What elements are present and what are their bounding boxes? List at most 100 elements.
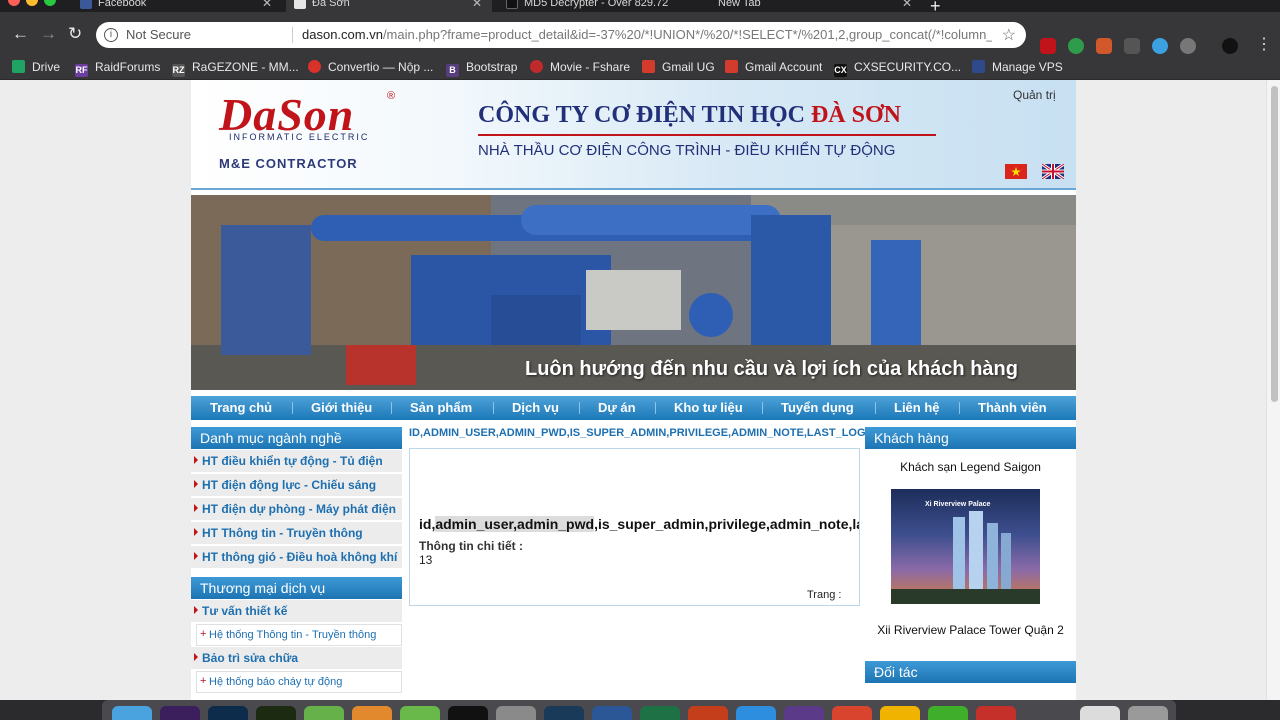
app-icon[interactable] bbox=[544, 706, 584, 720]
after-effects-icon[interactable] bbox=[160, 706, 200, 720]
bookmark-bootstrap[interactable]: B Bootstrap bbox=[446, 60, 517, 77]
category-item[interactable]: HT Thông tin - Truyền thông bbox=[191, 522, 402, 545]
app-icon[interactable] bbox=[304, 706, 344, 720]
nav-san-pham[interactable]: Sản phẩm bbox=[410, 400, 472, 415]
bookmark-gmail-account[interactable]: Gmail Account bbox=[725, 60, 822, 74]
nav-dich-vu[interactable]: Dịch vụ bbox=[512, 400, 559, 415]
document-icon[interactable] bbox=[1080, 706, 1120, 720]
raidforums-icon: RF bbox=[75, 64, 88, 77]
url-text[interactable]: dason.com.vn/main.php?frame=product_deta… bbox=[302, 27, 992, 42]
product-name: id,admin_user,admin_pwd,is_super_admin,p… bbox=[419, 516, 859, 532]
adblock-icon[interactable] bbox=[1040, 38, 1056, 54]
app-icon[interactable] bbox=[832, 706, 872, 720]
bookmark-ragezone[interactable]: RZ RaGEZONE - MM... bbox=[172, 60, 299, 77]
bullet-arrow-icon bbox=[194, 504, 198, 512]
tab-dason[interactable]: Đà Sơn ✕ bbox=[286, 0, 492, 12]
nav-du-an[interactable]: Dự án bbox=[598, 400, 636, 415]
tab-facebook[interactable]: Facebook ✕ bbox=[72, 0, 282, 12]
nav-thanh-vien[interactable]: Thành viên bbox=[978, 400, 1047, 415]
back-icon[interactable]: ← bbox=[12, 24, 29, 44]
close-tab-icon[interactable]: ✕ bbox=[472, 0, 482, 9]
page-scrollbar[interactable] bbox=[1266, 80, 1280, 700]
admin-link[interactable]: Quản trị bbox=[1013, 88, 1056, 102]
menu-icon[interactable]: ⋮ bbox=[1256, 34, 1272, 54]
scrollbar-thumb[interactable] bbox=[1271, 86, 1278, 402]
category-item[interactable]: HT điện dự phòng - Máy phát điện bbox=[191, 498, 402, 521]
trash-icon[interactable] bbox=[1128, 706, 1168, 720]
extension-icon[interactable] bbox=[1180, 38, 1196, 54]
dreamweaver-icon[interactable] bbox=[256, 706, 296, 720]
url-host: dason.com.vn bbox=[302, 27, 383, 42]
forward-icon[interactable]: → bbox=[40, 24, 57, 44]
bookmark-label: Gmail UG bbox=[662, 60, 715, 74]
uk-flag-icon[interactable] bbox=[1041, 162, 1065, 181]
vietnam-flag-icon[interactable] bbox=[1005, 164, 1027, 179]
bookmark-raidforums[interactable]: RF RaidForums bbox=[75, 60, 160, 77]
powerpoint-icon[interactable] bbox=[688, 706, 728, 720]
ragezone-icon: RZ bbox=[172, 64, 185, 77]
close-tab-icon[interactable]: ✕ bbox=[262, 0, 272, 9]
word-icon[interactable] bbox=[592, 706, 632, 720]
finder-icon[interactable] bbox=[112, 706, 152, 720]
chrome-icon[interactable] bbox=[880, 706, 920, 720]
address-bar[interactable]: i Not Secure dason.com.vn/main.php?frame… bbox=[96, 22, 1026, 48]
bookmark-drive[interactable]: Drive bbox=[12, 60, 60, 74]
nav-separator bbox=[655, 402, 656, 414]
terminal-icon[interactable] bbox=[448, 706, 488, 720]
nav-trang-chu[interactable]: Trang chủ bbox=[210, 400, 272, 415]
minimize-window-icon[interactable] bbox=[26, 0, 38, 6]
category-label: HT Thông tin - Truyền thông bbox=[202, 526, 363, 540]
security-label[interactable]: Not Secure bbox=[126, 27, 191, 42]
nav-separator bbox=[579, 402, 580, 414]
client-name[interactable]: Khách sạn Legend Saigon bbox=[865, 460, 1076, 474]
bookmark-star-icon[interactable]: ☆ bbox=[1002, 25, 1016, 45]
service-subitem[interactable]: + Hệ thống báo cháy tự động bbox=[196, 671, 402, 693]
client-name[interactable]: Xii Riverview Palace Tower Quận 2 bbox=[865, 623, 1076, 637]
info-icon[interactable]: i bbox=[104, 28, 118, 42]
photoshop-icon[interactable] bbox=[208, 706, 248, 720]
nav-tuyen-dung[interactable]: Tuyển dụng bbox=[781, 400, 854, 415]
reload-icon[interactable]: ↻ bbox=[68, 24, 82, 44]
close-window-icon[interactable] bbox=[8, 0, 20, 6]
close-tab-icon[interactable]: ✕ bbox=[902, 0, 912, 9]
xcode-icon[interactable] bbox=[736, 706, 776, 720]
plus-icon: + bbox=[200, 675, 207, 687]
category-item[interactable]: HT điện động lực - Chiếu sáng bbox=[191, 474, 402, 497]
profile-icon[interactable] bbox=[1222, 38, 1238, 54]
extension-icon[interactable] bbox=[1096, 38, 1112, 54]
extension-icon[interactable] bbox=[1124, 38, 1140, 54]
app-icon[interactable] bbox=[400, 706, 440, 720]
bookmark-manage-vps[interactable]: Manage VPS bbox=[972, 60, 1063, 74]
bookmark-fshare[interactable]: Movie - Fshare bbox=[530, 60, 630, 74]
right-sidebar: Khách hàng Khách sạn Legend Saigon Xi Ri… bbox=[865, 427, 1076, 700]
service-subitem[interactable]: + Hệ thống Thông tin - Truyền thông bbox=[196, 624, 402, 646]
services-heading: Thương mại dịch vụ bbox=[191, 577, 402, 599]
app-icon[interactable] bbox=[784, 706, 824, 720]
location-icon[interactable] bbox=[1152, 38, 1168, 54]
category-item[interactable]: HT điều khiển tự động - Tủ điện bbox=[191, 450, 402, 473]
zoom-window-icon[interactable] bbox=[44, 0, 56, 6]
tab-md5-decrypter[interactable]: MD5 Decrypter - Over 829.72 bbox=[498, 0, 698, 12]
app-icon[interactable] bbox=[496, 706, 536, 720]
excel-icon[interactable] bbox=[640, 706, 680, 720]
nav-kho-tu-lieu[interactable]: Kho tư liệu bbox=[674, 400, 743, 415]
macos-dock bbox=[102, 700, 1176, 720]
bullet-arrow-icon bbox=[194, 528, 198, 536]
bookmark-gmail-ug[interactable]: Gmail UG bbox=[642, 60, 715, 74]
tab-new-tab[interactable]: New Tab ✕ bbox=[704, 0, 922, 12]
service-item[interactable]: Tư vấn thiết kế bbox=[191, 600, 402, 623]
client-photo[interactable]: Xi Riverview Palace bbox=[891, 489, 1040, 604]
category-item[interactable]: HT thông gió - Điều hoà không khí bbox=[191, 546, 402, 569]
nav-gioi-thieu[interactable]: Giới thiệu bbox=[311, 400, 372, 415]
category-label: HT điện dự phòng - Máy phát điện bbox=[202, 502, 397, 516]
app-icon[interactable] bbox=[976, 706, 1016, 720]
tab-strip: Facebook ✕ Đà Sơn ✕ MD5 Decrypter - Over… bbox=[0, 0, 1280, 16]
bookmark-convertio[interactable]: Convertio — Nộp ... bbox=[308, 60, 433, 74]
service-item[interactable]: Bảo trì sửa chữa bbox=[191, 647, 402, 670]
extension-icon[interactable] bbox=[1068, 38, 1084, 54]
detail-value: 13 bbox=[419, 553, 433, 567]
sublime-icon[interactable] bbox=[352, 706, 392, 720]
bookmark-cxsecurity[interactable]: CX CXSECURITY.CO... bbox=[834, 60, 961, 77]
nav-lien-he[interactable]: Liên hệ bbox=[894, 400, 940, 415]
app-icon[interactable] bbox=[928, 706, 968, 720]
